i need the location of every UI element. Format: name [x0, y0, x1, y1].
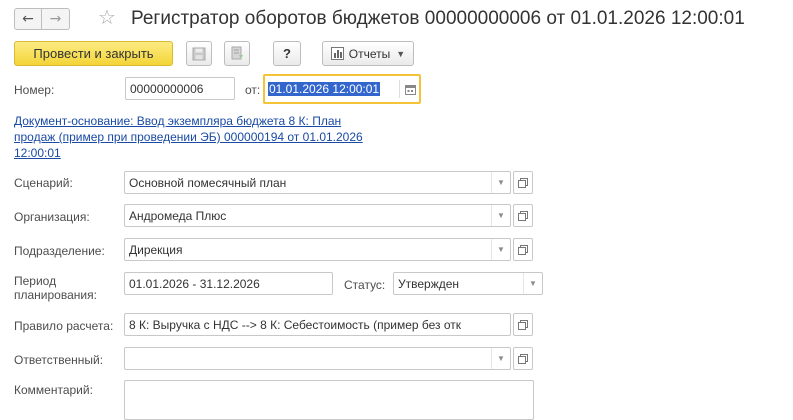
rule-field[interactable]: 8 К: Выручка с НДС --> 8 К: Себестоимост… [124, 313, 511, 336]
department-label: Подразделение: [14, 244, 105, 258]
date-label: от: [245, 83, 261, 97]
status-label: Статус: [344, 278, 386, 292]
period-field[interactable]: 01.01.2026 - 31.12.2026 [124, 272, 333, 295]
open-rule-button[interactable] [513, 313, 533, 336]
arrow-right-icon: → [49, 11, 62, 27]
forward-button[interactable]: → [42, 8, 70, 30]
calendar-icon[interactable] [405, 84, 416, 95]
open-icon [518, 319, 528, 330]
save-icon [192, 47, 206, 60]
organization-field[interactable]: Андромеда Плюс ▼ [124, 204, 511, 227]
post-document-icon [231, 46, 243, 60]
open-organization-button[interactable] [513, 204, 533, 227]
open-icon [518, 353, 528, 364]
open-scenario-button[interactable] [513, 171, 533, 194]
reports-button[interactable]: Отчеты ▼ [322, 41, 414, 66]
department-field[interactable]: Дирекция ▼ [124, 238, 511, 261]
dropdown-arrow-icon[interactable]: ▼ [523, 273, 542, 294]
open-icon [518, 177, 528, 188]
star-icon[interactable]: ☆ [98, 5, 116, 29]
status-field[interactable]: Утвержден ▼ [393, 272, 543, 295]
dropdown-arrow-icon[interactable]: ▼ [491, 348, 510, 369]
organization-label: Организация: [14, 210, 90, 224]
back-button[interactable]: ← [14, 8, 42, 30]
open-icon [518, 210, 528, 221]
help-button[interactable]: ? [273, 41, 301, 66]
open-responsible-button[interactable] [513, 347, 533, 370]
base-document-link[interactable]: Документ-основание: Ввод экземпляра бюдж… [14, 113, 363, 161]
window-title: Регистратор оборотов бюджетов 0000000000… [131, 8, 745, 29]
number-field[interactable]: 00000000006 [125, 77, 235, 100]
comment-label: Комментарий: [14, 383, 93, 397]
post-button[interactable] [224, 41, 250, 66]
open-icon [518, 244, 528, 255]
report-icon [330, 47, 344, 60]
open-department-button[interactable] [513, 238, 533, 261]
dropdown-arrow-icon[interactable]: ▼ [491, 172, 510, 193]
dropdown-arrow-icon[interactable]: ▼ [491, 205, 510, 226]
comment-textarea[interactable] [124, 380, 534, 420]
date-value: 01.01.2026 12:00:01 [268, 82, 381, 96]
responsible-label: Ответственный: [14, 353, 104, 367]
post-and-close-button[interactable]: Провести и закрыть [14, 41, 173, 66]
responsible-field[interactable]: ▼ [124, 347, 511, 370]
dropdown-arrow-icon[interactable]: ▼ [491, 239, 510, 260]
arrow-left-icon: ← [22, 11, 34, 27]
save-button[interactable] [186, 41, 212, 66]
dropdown-arrow-icon: ▼ [396, 48, 406, 59]
period-label: Период планирования: [14, 274, 97, 302]
scenario-label: Сценарий: [14, 176, 73, 190]
rule-label: Правило расчета: [14, 319, 114, 333]
scenario-field[interactable]: Основной помесячный план ▼ [124, 171, 511, 194]
date-field[interactable]: 01.01.2026 12:00:01 [263, 74, 421, 104]
number-label: Номер: [14, 83, 55, 97]
